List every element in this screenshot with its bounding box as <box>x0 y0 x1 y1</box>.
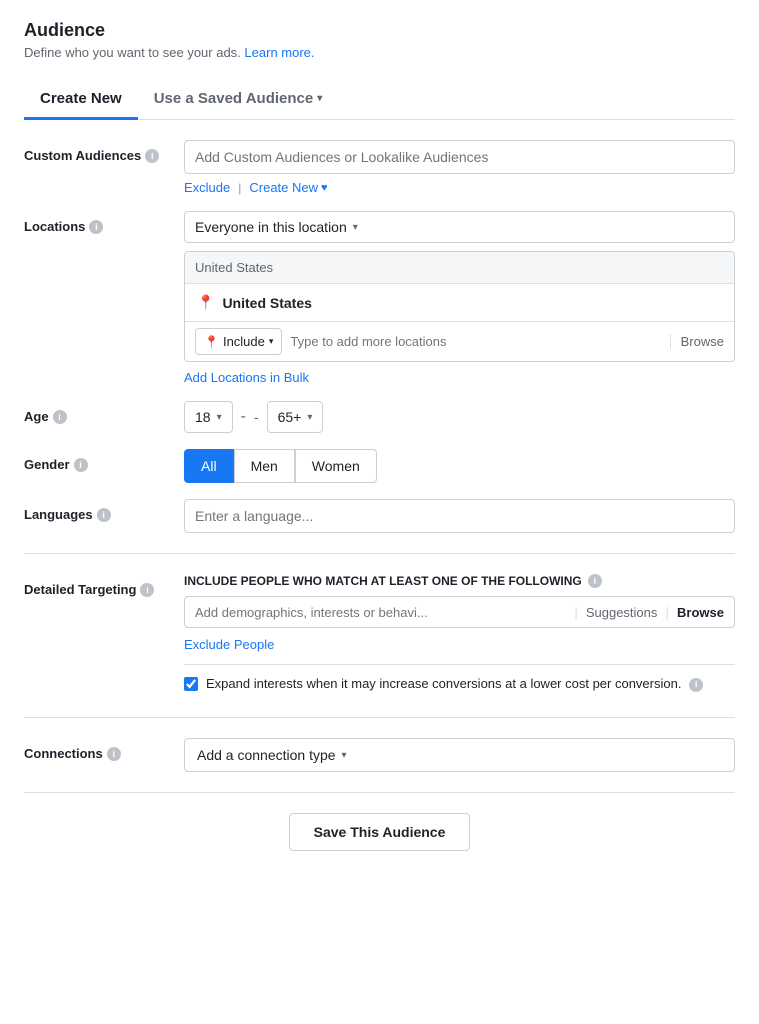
detailed-targeting-content: INCLUDE people who match at least ONE of… <box>184 574 735 697</box>
save-audience-button[interactable]: Save This Audience <box>289 813 471 851</box>
tab-use-saved-audience[interactable]: Use a Saved Audience ▾ <box>138 80 339 120</box>
link-divider: | <box>238 181 241 195</box>
expand-interests-row: Expand interests when it may increase co… <box>184 664 735 697</box>
location-pin-icon: 📍 <box>197 294 214 311</box>
targeting-description-info-icon[interactable]: i <box>588 574 602 588</box>
age-min-dropdown[interactable]: 18 ▾ <box>184 401 233 433</box>
age-selector-row: 18 ▾ - - 65+ ▾ <box>184 401 735 433</box>
locations-content: Everyone in this location ▾ United State… <box>184 211 735 385</box>
exclude-people-link[interactable]: Exclude People <box>184 637 274 652</box>
location-search-input[interactable] <box>290 330 661 353</box>
custom-audiences-row: Custom Audiences i Exclude | Create New … <box>24 140 735 195</box>
connections-info-icon[interactable]: i <box>107 747 121 761</box>
suggestions-button[interactable]: Suggestions <box>586 605 658 620</box>
languages-row: Languages i <box>24 499 735 533</box>
custom-audiences-info-icon[interactable]: i <box>145 149 159 163</box>
page-title: Audience <box>24 20 735 41</box>
gender-row: Gender i All Men Women <box>24 449 735 483</box>
gender-content: All Men Women <box>184 449 735 483</box>
section-separator-2 <box>24 717 735 718</box>
gender-men-button[interactable]: Men <box>234 449 295 483</box>
custom-audiences-label: Custom Audiences i <box>24 140 184 163</box>
languages-input[interactable] <box>184 499 735 533</box>
expand-interests-info-icon[interactable]: i <box>689 678 703 692</box>
location-header: United States <box>185 252 734 284</box>
page-subtitle: Define who you want to see your ads. Lea… <box>24 45 735 60</box>
location-item: 📍 United States <box>185 284 734 322</box>
age-max-caret-icon: ▾ <box>307 412 312 423</box>
languages-info-icon[interactable]: i <box>97 508 111 522</box>
age-row: Age i 18 ▾ - - 65+ ▾ <box>24 401 735 433</box>
age-separator: - <box>241 408 246 426</box>
learn-more-link[interactable]: Learn more. <box>244 45 314 60</box>
connections-label: Connections i <box>24 738 184 761</box>
custom-audiences-link-row: Exclude | Create New ♥ <box>184 180 735 195</box>
section-separator-1 <box>24 553 735 554</box>
exclude-link[interactable]: Exclude <box>184 180 230 195</box>
location-input-row: 📍 Include ▾ Browse <box>185 322 734 361</box>
custom-audiences-content: Exclude | Create New ♥ <box>184 140 735 195</box>
connection-type-dropdown[interactable]: Add a connection type ▾ <box>184 738 735 772</box>
connections-row: Connections i Add a connection type ▾ <box>24 738 735 772</box>
custom-audiences-input[interactable] <box>184 140 735 174</box>
targeting-search-input[interactable] <box>195 605 566 620</box>
location-browse-button[interactable]: Browse <box>670 334 724 349</box>
languages-label: Languages i <box>24 499 184 522</box>
add-locations-bulk-link[interactable]: Add Locations in Bulk <box>184 370 735 385</box>
age-min-caret-icon: ▾ <box>217 412 222 423</box>
tabs-container: Create New Use a Saved Audience ▾ <box>24 80 735 120</box>
saved-audience-caret-icon: ▾ <box>317 93 322 104</box>
locations-label: Locations i <box>24 211 184 234</box>
connection-dropdown-caret-icon: ▾ <box>342 750 347 761</box>
targeting-input-row: | Suggestions | Browse <box>184 596 735 628</box>
create-new-link[interactable]: Create New ♥ <box>249 180 327 195</box>
page-header: Audience Define who you want to see your… <box>24 20 735 60</box>
include-pin-icon: 📍 <box>204 335 219 349</box>
connections-content: Add a connection type ▾ <box>184 738 735 772</box>
expand-interests-label: Expand interests when it may increase co… <box>206 675 703 693</box>
location-box: United States 📍 United States 📍 Include … <box>184 251 735 362</box>
tab-create-new[interactable]: Create New <box>24 80 138 120</box>
detailed-targeting-label: Detailed Targeting i <box>24 574 184 597</box>
detailed-targeting-row: Detailed Targeting i INCLUDE people who … <box>24 574 735 697</box>
locations-info-icon[interactable]: i <box>89 220 103 234</box>
gender-label: Gender i <box>24 449 184 472</box>
gender-selector: All Men Women <box>184 449 735 483</box>
gender-women-button[interactable]: Women <box>295 449 377 483</box>
gender-info-icon[interactable]: i <box>74 458 88 472</box>
age-label: Age i <box>24 401 184 424</box>
include-caret-icon: ▾ <box>269 336 274 347</box>
languages-content <box>184 499 735 533</box>
age-content: 18 ▾ - - 65+ ▾ <box>184 401 735 433</box>
include-button[interactable]: 📍 Include ▾ <box>195 328 282 355</box>
age-info-icon[interactable]: i <box>53 410 67 424</box>
age-max-dropdown[interactable]: 65+ ▾ <box>267 401 324 433</box>
gender-all-button[interactable]: All <box>184 449 234 483</box>
detailed-targeting-info-icon[interactable]: i <box>140 583 154 597</box>
targeting-browse-button[interactable]: Browse <box>677 605 724 620</box>
locations-row: Locations i Everyone in this location ▾ … <box>24 211 735 385</box>
location-name: United States <box>222 295 311 311</box>
section-separator-3 <box>24 792 735 793</box>
create-new-heart-icon: ♥ <box>321 182 328 194</box>
location-dropdown-caret-icon: ▾ <box>353 222 358 233</box>
targeting-description: INCLUDE people who match at least ONE of… <box>184 574 735 588</box>
location-type-dropdown[interactable]: Everyone in this location ▾ <box>184 211 735 243</box>
expand-interests-checkbox[interactable] <box>184 677 198 691</box>
